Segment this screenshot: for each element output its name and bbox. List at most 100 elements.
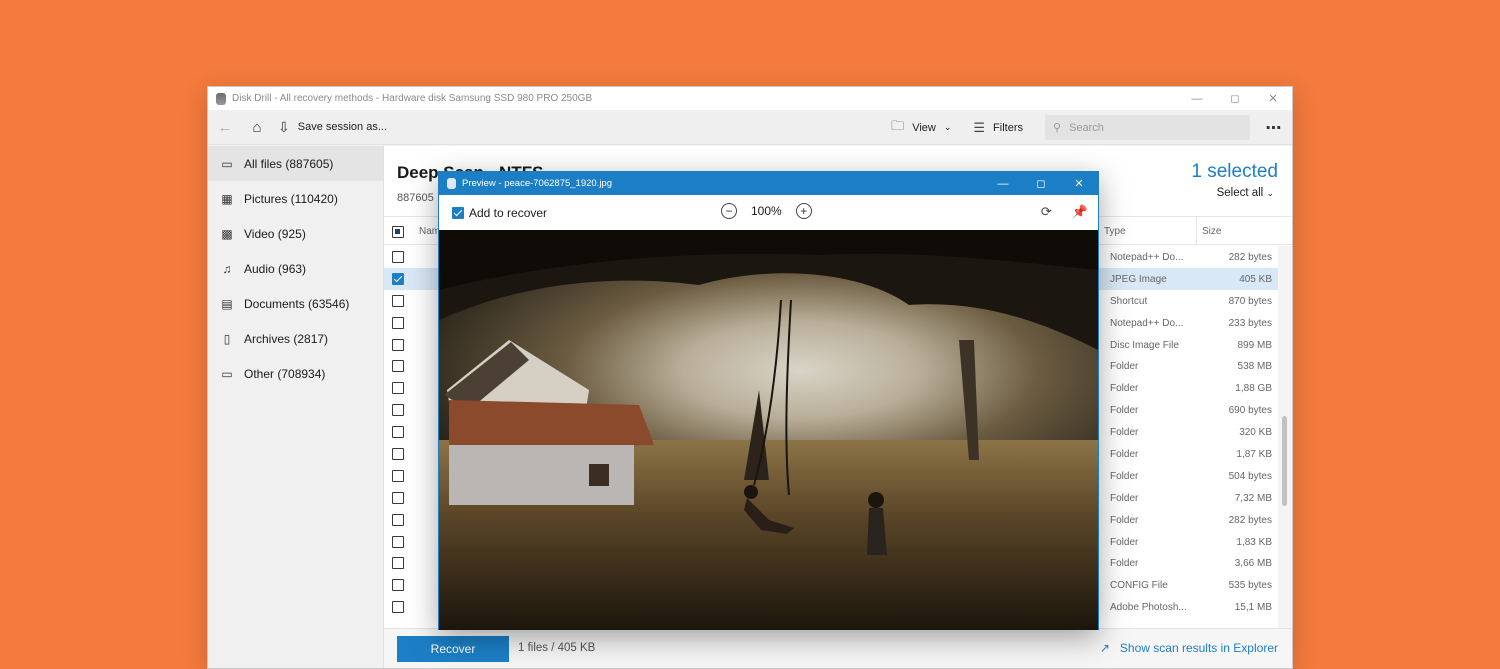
add-to-recover-toggle[interactable]: Add to recover [452, 206, 547, 220]
chevron-down-icon: ⌄ [943, 122, 952, 132]
sidebar-item-documents[interactable]: ▤ Documents (63546) [208, 286, 383, 321]
row-size: 504 bytes [1228, 470, 1272, 482]
row-checkbox[interactable] [392, 426, 404, 439]
scrollbar-thumb[interactable] [1282, 416, 1287, 506]
row-size: 1,88 GB [1235, 383, 1272, 395]
row-checkbox[interactable] [392, 338, 404, 351]
close-button[interactable]: ✕ [1254, 87, 1292, 110]
row-type: Folder [1110, 470, 1139, 482]
preview-title: Preview - peace-7062875_1920.jpg [462, 178, 612, 189]
all-files-icon: ▭ [221, 156, 233, 171]
row-checkbox[interactable] [392, 251, 404, 263]
view-label: View [912, 121, 936, 134]
column-divider[interactable] [1196, 217, 1197, 245]
folder-icon: 🗀 [891, 117, 905, 133]
row-type: Shortcut [1110, 295, 1148, 307]
save-session-button[interactable]: ⇩ Save session as... [278, 119, 387, 136]
other-icon: ▭ [221, 366, 233, 381]
zoom-in-icon[interactable]: + [795, 203, 812, 219]
row-checkbox[interactable] [392, 513, 404, 526]
select-all-dropdown[interactable]: Select all ⌄ [1217, 187, 1274, 199]
row-checkbox[interactable] [392, 535, 404, 548]
add-to-recover-label: Add to recover [469, 205, 548, 220]
row-size: 899 MB [1237, 339, 1272, 351]
sidebar-item-pictures[interactable]: ▦ Pictures (110420) [208, 181, 383, 216]
disk-drill-app-icon [216, 92, 226, 105]
preview-close-button[interactable]: ✕ [1060, 172, 1098, 195]
sidebar-item-label: Other (708934) [244, 366, 326, 381]
sidebar-item-label: Pictures (110420) [244, 191, 338, 206]
row-size: 538 MB [1237, 361, 1272, 373]
sidebar-item-archives[interactable]: ▯ Archives (2817) [208, 321, 383, 356]
preview-maximize-button[interactable]: ◻ [1022, 172, 1060, 195]
row-checkbox[interactable] [392, 557, 404, 570]
row-checkbox[interactable] [392, 294, 404, 307]
column-type[interactable]: Type [1104, 226, 1126, 237]
zoom-level: 100% [751, 204, 782, 218]
footer-bar: Recover 1 files / 405 KB ↗ Show scan res… [384, 628, 1292, 668]
row-checkbox[interactable] [392, 579, 404, 592]
search-input[interactable]: ⚲ Search [1045, 115, 1250, 140]
row-size: 3,66 MB [1234, 558, 1272, 570]
sidebar-item-audio[interactable]: ♫ Audio (963) [208, 251, 383, 286]
row-checkbox[interactable] [392, 316, 404, 329]
row-checkbox[interactable] [392, 404, 404, 417]
row-checkbox[interactable] [392, 601, 404, 614]
chevron-down-icon: ⌄ [1266, 188, 1274, 198]
sidebar-item-label: Audio (963) [244, 261, 307, 276]
preview-titlebar: Preview - peace-7062875_1920.jpg — ◻ ✕ [439, 172, 1098, 195]
open-external-icon: ↗ [1099, 641, 1110, 655]
more-options-icon[interactable]: ⋯ [1256, 118, 1292, 138]
add-to-recover-checkbox[interactable] [452, 206, 464, 219]
row-type: Notepad++ Do... [1110, 317, 1184, 329]
select-all-checkbox[interactable] [392, 226, 404, 238]
sidebar-item-other[interactable]: ▭ Other (708934) [208, 356, 383, 391]
sidebar-item-all-files[interactable]: ▭ All files (887605) [208, 146, 383, 181]
archives-icon: ▯ [223, 331, 231, 346]
row-size: 282 bytes [1228, 514, 1272, 526]
scan-subtitle: 887605 [397, 192, 434, 204]
preview-window: Preview - peace-7062875_1920.jpg — ◻ ✕ A… [438, 171, 1099, 630]
row-checkbox[interactable] [392, 360, 404, 373]
sidebar-item-label: All files (887605) [244, 156, 334, 171]
row-checkbox[interactable] [392, 272, 404, 285]
row-checkbox[interactable] [392, 382, 404, 395]
row-type: Folder [1110, 405, 1139, 417]
row-size: 233 bytes [1228, 317, 1272, 329]
row-size: 535 bytes [1228, 580, 1272, 592]
back-arrow-icon[interactable]: ← [208, 119, 242, 136]
minimize-button[interactable]: — [1178, 87, 1216, 110]
row-checkbox[interactable] [392, 469, 404, 482]
view-menu-button[interactable]: 🗀 View ⌄ [891, 117, 951, 139]
preview-minimize-button[interactable]: — [984, 172, 1022, 195]
rotate-icon[interactable]: ⟳ [1041, 204, 1052, 220]
vertical-scrollbar[interactable] [1278, 246, 1292, 658]
row-size: 7,32 MB [1234, 492, 1272, 504]
row-type: Folder [1110, 427, 1139, 439]
show-in-explorer-label: Show scan results in Explorer [1119, 641, 1278, 655]
filters-button[interactable]: ☰ Filters [973, 120, 1023, 136]
sidebar-item-label: Archives (2817) [244, 331, 329, 346]
home-icon[interactable]: ⌂ [242, 119, 272, 136]
column-size[interactable]: Size [1202, 226, 1221, 237]
show-in-explorer-link[interactable]: ↗ Show scan results in Explorer [1100, 641, 1278, 655]
selection-summary: 1 files / 405 KB [518, 642, 596, 654]
sidebar-item-video[interactable]: ▩ Video (925) [208, 216, 383, 251]
row-checkbox[interactable] [392, 491, 404, 504]
recover-button[interactable]: Recover [397, 636, 509, 662]
row-checkbox[interactable] [392, 448, 404, 461]
row-type: JPEG Image [1110, 273, 1167, 285]
zoom-out-icon[interactable]: − [721, 203, 737, 219]
row-type: Folder [1110, 383, 1139, 395]
filters-label: Filters [993, 121, 1023, 134]
pin-icon[interactable]: 📌 [1072, 204, 1088, 220]
row-size: 1,83 KB [1236, 536, 1272, 548]
maximize-button[interactable]: ◻ [1216, 87, 1254, 110]
row-type: Disc Image File [1110, 339, 1179, 351]
video-icon: ▩ [221, 226, 233, 241]
sidebar: ▭ All files (887605) ▦ Pictures (110420)… [208, 146, 384, 668]
preview-photo [439, 230, 1098, 630]
filters-sliders-icon: ☰ [973, 119, 986, 135]
row-type: Notepad++ Do... [1110, 252, 1184, 263]
save-session-label: Save session as... [297, 121, 388, 133]
